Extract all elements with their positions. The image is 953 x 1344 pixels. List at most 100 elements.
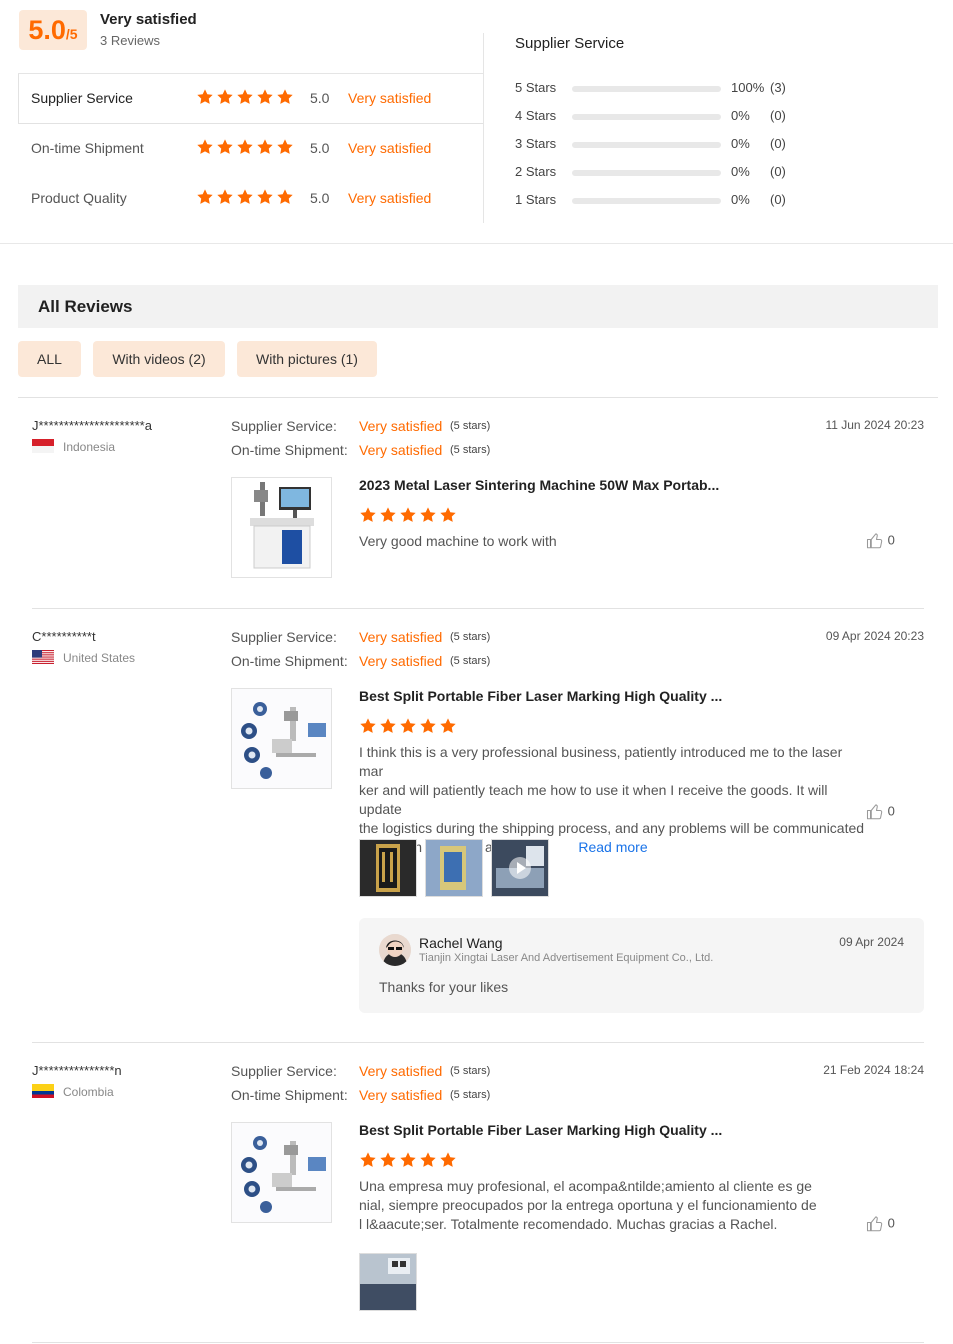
like-button[interactable]: 0 — [866, 532, 895, 550]
star-icon — [379, 717, 397, 735]
review-text-line: Una empresa muy profesional, el acompa&n… — [359, 1178, 812, 1194]
distribution-count: (3) — [770, 80, 786, 95]
dimension-value: 5.0 — [310, 90, 330, 106]
reviewer-name: J***************n — [32, 1063, 122, 1078]
like-count: 0 — [887, 1215, 895, 1231]
product-title-link[interactable]: Best Split Portable Fiber Laser Marking … — [359, 1122, 722, 1138]
rating-value: Very satisfied — [359, 442, 443, 458]
dimension-value: 5.0 — [310, 140, 330, 156]
distribution-title: Supplier Service — [515, 35, 625, 52]
star-icon — [419, 717, 437, 735]
reviewer-country: United States — [63, 651, 136, 665]
dimension-box-top — [18, 73, 484, 74]
distribution-bar — [572, 198, 721, 204]
rating-label: On-time Shipment: — [231, 653, 348, 669]
star-icon — [196, 88, 214, 106]
rating-stars-text: (5 stars) — [450, 655, 491, 667]
review-separator — [32, 1342, 924, 1343]
star-icon — [379, 506, 397, 524]
review-video[interactable] — [359, 1253, 417, 1311]
filter-videos-button[interactable]: With videos (2) — [93, 341, 225, 377]
like-button[interactable]: 0 — [866, 1215, 895, 1233]
star-icon — [256, 188, 274, 206]
distribution-label: 5 Stars — [515, 80, 557, 95]
distribution-percent: 0% — [731, 192, 750, 207]
rating-stars-text: (5 stars) — [450, 631, 491, 643]
star-icon — [276, 138, 294, 156]
review-supplier-rating: Supplier Service: Very satisfied (5 star… — [231, 629, 490, 645]
dimension-stars — [196, 188, 296, 206]
thumbs-up-icon — [866, 804, 883, 820]
star-icon — [359, 506, 377, 524]
distribution-percent: 0% — [731, 108, 750, 123]
rating-value: Very satisfied — [359, 653, 443, 669]
reviewer-name: J*********************a — [32, 418, 152, 433]
review-video[interactable] — [425, 839, 483, 897]
star-icon — [236, 188, 254, 206]
star-icon — [419, 1151, 437, 1169]
rating-value: Very satisfied — [359, 418, 443, 434]
distribution-row: 5 Stars 100% (3) — [515, 80, 815, 98]
review-shipment-rating: On-time Shipment: Very satisfied (5 star… — [231, 1087, 490, 1103]
distribution-bar — [572, 170, 721, 176]
star-icon — [419, 506, 437, 524]
dimension-supplier-service[interactable]: Supplier Service 5.0 Very satisfied — [31, 88, 481, 110]
reply-date: 09 Apr 2024 — [839, 935, 904, 949]
product-thumbnail[interactable] — [231, 1122, 332, 1223]
distribution-row: 3 Stars 0% (0) — [515, 136, 815, 154]
review-supplier-rating: Supplier Service: Very satisfied (5 star… — [231, 1063, 490, 1079]
review-text: Una empresa muy profesional, el acompa&n… — [359, 1177, 869, 1234]
like-count: 0 — [887, 532, 895, 548]
filter-all-button[interactable]: ALL — [18, 341, 81, 377]
star-icon — [216, 188, 234, 206]
review-text: Very good machine to work with — [359, 533, 557, 549]
star-icon — [439, 717, 457, 735]
dimension-product-quality[interactable]: Product Quality 5.0 Very satisfied — [31, 188, 481, 210]
read-more-link[interactable]: Read more — [578, 839, 647, 855]
product-title-link[interactable]: 2023 Metal Laser Sintering Machine 50W M… — [359, 477, 719, 493]
distribution-row: 4 Stars 0% (0) — [515, 108, 815, 126]
dimension-on-time-shipment[interactable]: On-time Shipment 5.0 Very satisfied — [31, 138, 481, 160]
like-button[interactable]: 0 — [866, 803, 895, 821]
star-icon — [256, 88, 274, 106]
rating-stars-text: (5 stars) — [450, 1089, 491, 1101]
flag-united-states-icon — [32, 650, 54, 664]
reply-company: Tianjin Xingtai Laser And Advertisement … — [419, 952, 714, 964]
overall-score: 5.0 — [28, 15, 66, 45]
dimension-value: 5.0 — [310, 190, 330, 206]
review-text-line: nial, siempre preocupados por la entrega… — [359, 1197, 817, 1213]
reviews-divider — [18, 397, 938, 398]
distribution-bar — [572, 86, 721, 92]
product-title-link[interactable]: Best Split Portable Fiber Laser Marking … — [359, 688, 722, 704]
review-text-line: l l&aacute;ser. Totalmente recomendado. … — [359, 1216, 778, 1232]
distribution-count: (0) — [770, 108, 786, 123]
review-stars — [359, 717, 459, 735]
review-photo[interactable] — [359, 839, 417, 897]
all-reviews-header: All Reviews — [18, 285, 938, 328]
rating-value: Very satisfied — [359, 1087, 443, 1103]
product-thumbnail[interactable] — [231, 477, 332, 578]
distribution-label: 4 Stars — [515, 108, 557, 123]
review-item: J*********************a Indonesia 11 Jun… — [32, 418, 924, 609]
dimension-label: Product Quality — [31, 190, 127, 206]
distribution-label: 3 Stars — [515, 136, 557, 151]
distribution-bar — [572, 114, 721, 120]
review-shipment-rating: On-time Shipment: Very satisfied (5 star… — [231, 653, 490, 669]
product-thumbnail[interactable] — [231, 688, 332, 789]
star-icon — [359, 717, 377, 735]
distribution-label: 1 Stars — [515, 192, 557, 207]
star-icon — [196, 138, 214, 156]
review-date: 11 Jun 2024 20:23 — [825, 418, 924, 432]
review-media — [359, 839, 559, 899]
review-item: J***************n Colombia 21 Feb 2024 1… — [32, 1063, 924, 1343]
star-icon — [236, 138, 254, 156]
filter-pictures-button[interactable]: With pictures (1) — [237, 341, 377, 377]
review-video[interactable] — [491, 839, 549, 897]
star-icon — [439, 1151, 457, 1169]
review-shipment-rating: On-time Shipment: Very satisfied (5 star… — [231, 442, 490, 458]
dimension-label: On-time Shipment — [31, 140, 144, 156]
review-date: 21 Feb 2024 18:24 — [823, 1063, 924, 1077]
reviewer-country: Colombia — [63, 1085, 114, 1099]
review-text-line: the logistics during the shipping proces… — [359, 820, 865, 836]
star-icon — [236, 88, 254, 106]
